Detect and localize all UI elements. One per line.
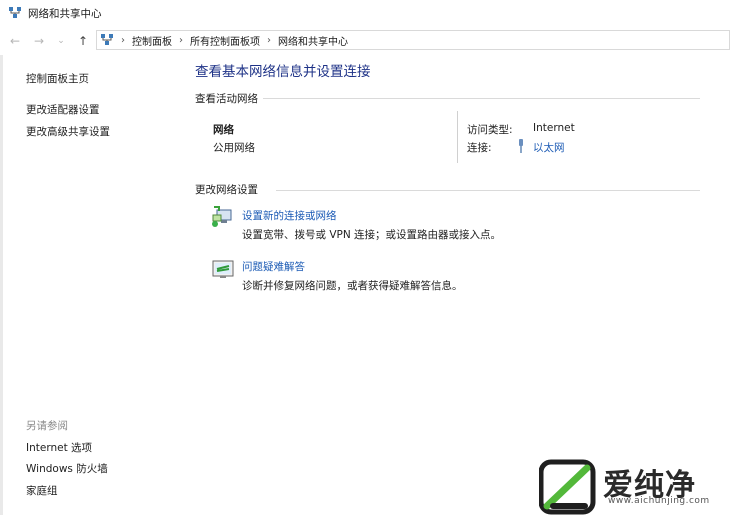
vertical-divider: [457, 111, 458, 163]
section-divider: [263, 98, 700, 99]
window-left-edge: [0, 55, 3, 515]
sidebar-change-advanced-sharing[interactable]: 更改高级共享设置: [26, 124, 110, 139]
sidebar-control-panel-home[interactable]: 控制面板主页: [26, 71, 89, 86]
ethernet-connection-link[interactable]: 以太网: [533, 140, 565, 155]
ethernet-icon[interactable]: [517, 139, 525, 153]
access-type-label: 访问类型:: [467, 124, 513, 136]
see-also-homegroup[interactable]: 家庭组: [26, 483, 58, 498]
network-setup-icon: [212, 206, 232, 227]
setup-new-connection-desc: 设置宽带、拨号或 VPN 连接；或设置路由器或接入点。: [242, 229, 502, 241]
breadcrumb-network-center[interactable]: 网络和共享中心: [278, 33, 348, 48]
window-title: 网络和共享中心: [28, 7, 102, 20]
recent-dropdown-icon[interactable]: ⌄: [52, 32, 70, 50]
connections-label: 连接:: [467, 142, 492, 154]
forward-arrow-icon[interactable]: →: [30, 32, 48, 50]
active-networks-heading: 查看活动网络: [195, 93, 258, 105]
address-bar[interactable]: › 控制面板 › 所有控制面板项 › 网络和共享中心: [96, 30, 730, 50]
breadcrumb-all-items[interactable]: 所有控制面板项: [190, 33, 260, 48]
see-also-label: 另请参阅: [26, 420, 68, 432]
navigation-bar: ← → ⌄ ↑ › 控制面板 › 所有控制面板项 › 网络和共享中心: [0, 30, 730, 52]
change-settings-heading: 更改网络设置: [195, 184, 258, 196]
section-divider: [276, 190, 700, 191]
chevron-right-icon[interactable]: ›: [179, 35, 183, 46]
up-arrow-icon[interactable]: ↑: [74, 32, 92, 50]
setup-new-connection-link[interactable]: 设置新的连接或网络: [242, 208, 337, 223]
troubleshoot-link[interactable]: 问题疑难解答: [242, 259, 305, 274]
troubleshoot-desc: 诊断并修复网络问题，或者获得疑难解答信息。: [242, 280, 463, 292]
title-bar: 网络和共享中心: [0, 0, 730, 26]
network-name: 网络: [213, 124, 234, 136]
page-title: 查看基本网络信息并设置连接: [195, 64, 371, 80]
back-arrow-icon[interactable]: ←: [6, 32, 24, 50]
network-category: 公用网络: [213, 142, 255, 154]
breadcrumb-control-panel[interactable]: 控制面板: [132, 33, 172, 48]
watermark-url: www.aichunjing.com: [608, 496, 710, 506]
network-center-icon: [9, 7, 21, 18]
chevron-right-icon: ›: [121, 34, 125, 46]
sidebar-change-adapter-settings[interactable]: 更改适配器设置: [26, 102, 100, 117]
see-also-internet-options[interactable]: Internet 选项: [26, 440, 92, 455]
chevron-right-icon[interactable]: ›: [267, 35, 271, 46]
see-also-windows-firewall[interactable]: Windows 防火墙: [26, 461, 108, 476]
troubleshoot-icon: [212, 260, 234, 278]
access-type-value: Internet: [533, 122, 575, 134]
network-center-icon: [101, 34, 113, 45]
